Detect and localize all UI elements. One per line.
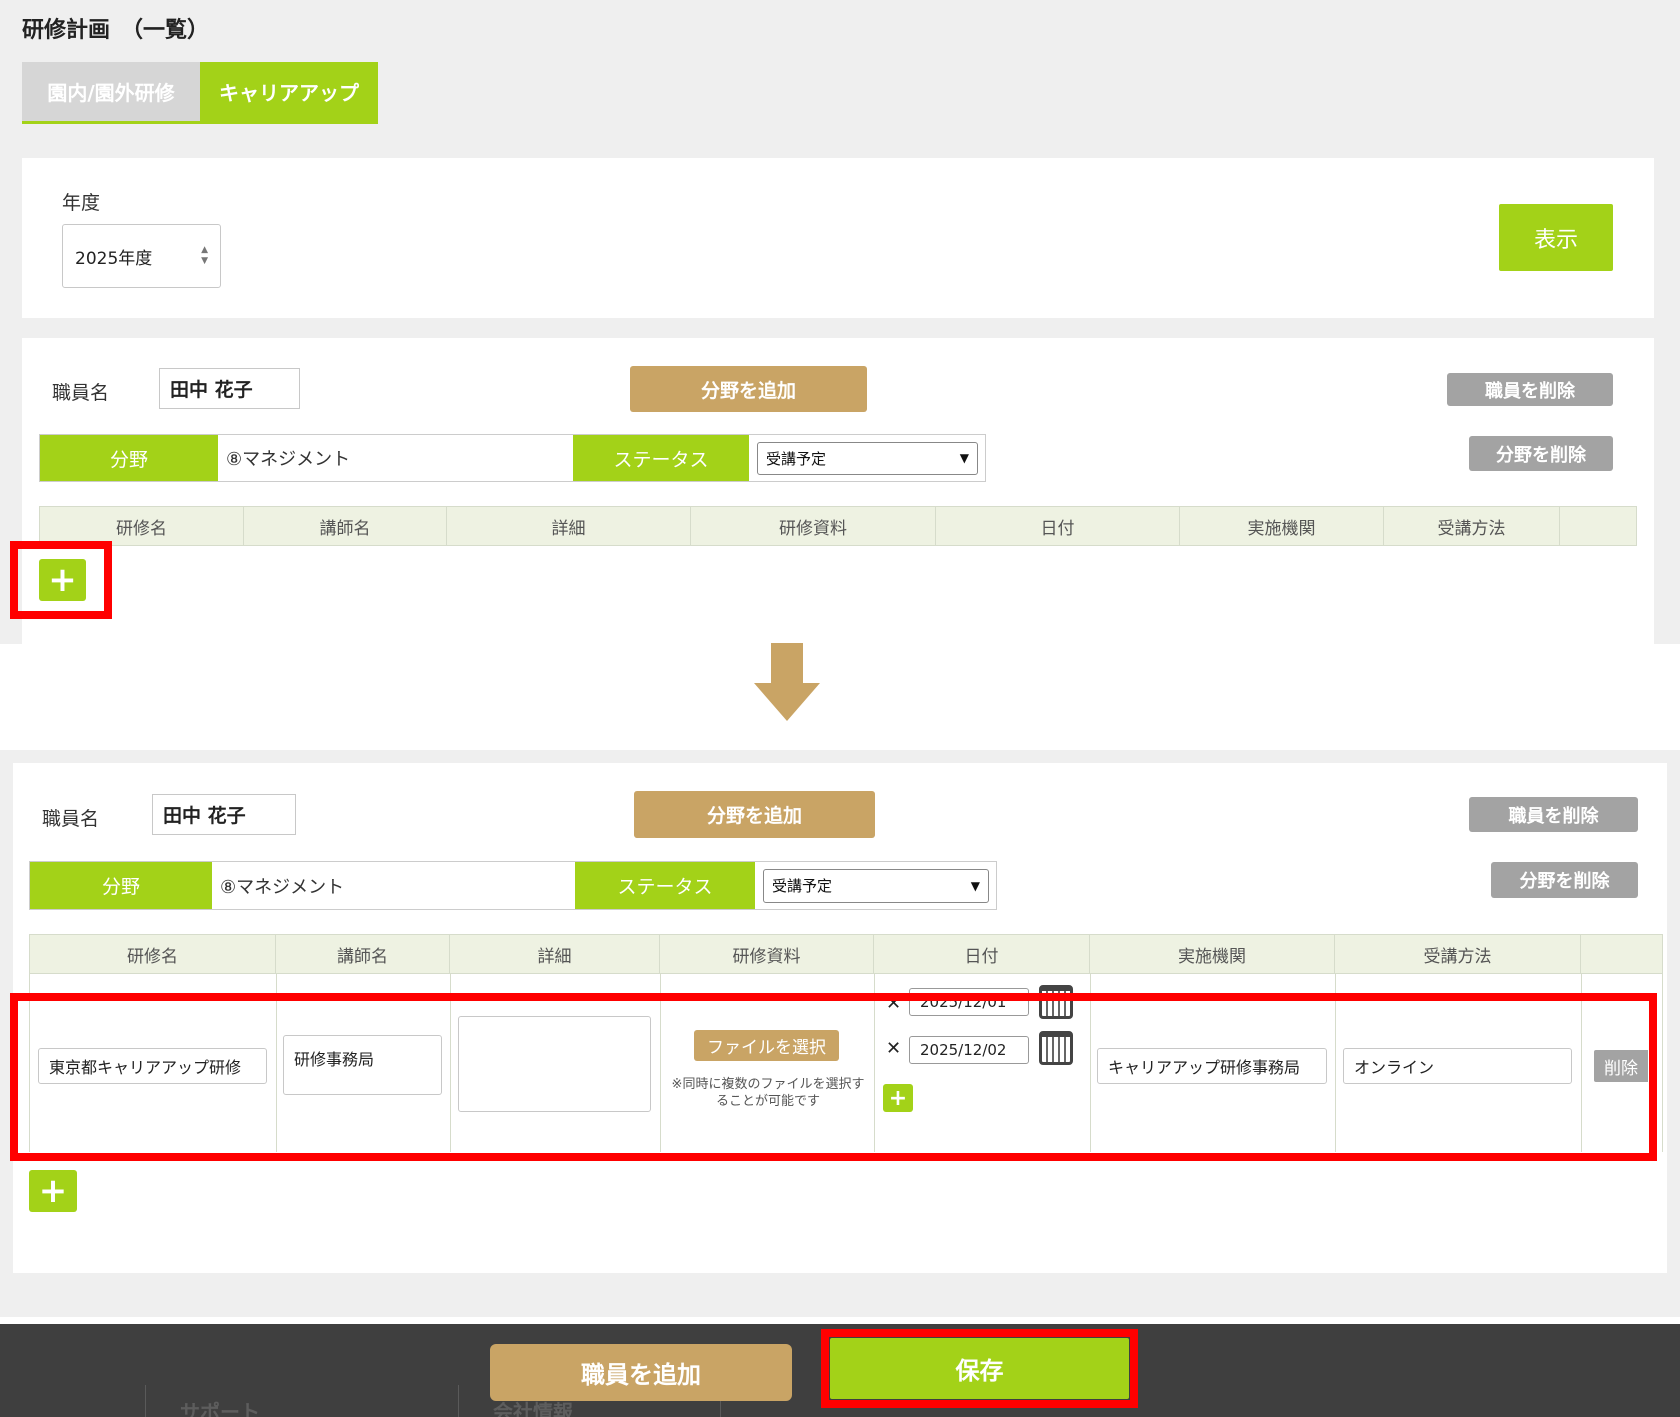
add-row-button[interactable]: + [29, 1170, 77, 1212]
header-actions [1560, 507, 1636, 545]
add-field-button[interactable]: 分野を追加 [634, 791, 875, 838]
save-button[interactable]: 保存 [830, 1338, 1129, 1399]
year-select-value: 2025年度 [75, 248, 153, 269]
staff-name-field[interactable]: 田中 花子 [159, 368, 300, 409]
field-label: 分野 [40, 435, 218, 481]
status-select[interactable]: 受講予定 ▼ [763, 868, 989, 903]
training-table-header: 研修名 講師名 詳細 研修資料 日付 実施機関 受講方法 [29, 934, 1663, 974]
footer-divider [145, 1385, 146, 1417]
status-select[interactable]: 受講予定 ▼ [757, 441, 978, 475]
display-button[interactable]: 表示 [1499, 204, 1613, 271]
staff-name-value: 田中 花子 [170, 379, 253, 401]
staff-name-label: 職員名 [42, 808, 100, 830]
field-label: 分野 [30, 862, 212, 909]
highlight-new-row [10, 993, 1657, 1161]
page-title: 研修計画 （一覧） [22, 18, 210, 43]
footer-divider [458, 1385, 459, 1417]
tab-bar: 園内/園外研修 キャリアアップ [22, 62, 378, 124]
header-detail: 詳細 [447, 507, 691, 545]
filter-panel [22, 158, 1654, 318]
header-materials: 研修資料 [691, 507, 936, 545]
field-value: ⑧マネジメント [226, 449, 351, 470]
sort-arrows-icon: ▲ ▼ [201, 245, 208, 266]
status-cell: 受講予定 ▼ [755, 862, 996, 909]
status-label: ステータス [575, 862, 755, 909]
field-row: 分野 ⑧マネジメント ステータス 受講予定 ▼ [29, 861, 997, 910]
year-label: 年度 [62, 192, 101, 214]
delete-staff-button[interactable]: 職員を削除 [1469, 797, 1638, 832]
add-staff-button[interactable]: 職員を追加 [490, 1344, 792, 1401]
header-detail: 詳細 [450, 935, 660, 973]
delete-field-button[interactable]: 分野を削除 [1469, 436, 1613, 471]
status-label: ステータス [573, 435, 749, 481]
header-institution: 実施機関 [1180, 507, 1384, 545]
year-select[interactable]: 2025年度 ▲ ▼ [62, 224, 221, 288]
field-value: ⑧マネジメント [220, 876, 345, 898]
header-instructor: 講師名 [276, 935, 450, 973]
delete-staff-button[interactable]: 職員を削除 [1447, 373, 1613, 406]
header-actions [1581, 935, 1662, 973]
status-select-value: 受講予定 [766, 449, 827, 468]
tab-internal-training[interactable]: 園内/園外研修 [22, 62, 200, 121]
header-training-name: 研修名 [40, 507, 244, 545]
footer-link-support[interactable]: サポート [180, 1396, 260, 1417]
delete-field-button[interactable]: 分野を削除 [1491, 862, 1638, 898]
header-training-name: 研修名 [30, 935, 276, 973]
field-row: 分野 ⑧マネジメント ステータス 受講予定 ▼ [39, 434, 986, 482]
tab-career-up[interactable]: キャリアアップ [200, 62, 378, 121]
add-field-button[interactable]: 分野を追加 [630, 366, 867, 412]
header-method: 受講方法 [1335, 935, 1581, 973]
header-method: 受講方法 [1384, 507, 1560, 545]
chevron-down-icon: ▼ [970, 878, 980, 893]
header-instructor: 講師名 [244, 507, 447, 545]
staff-name-value: 田中 花子 [163, 805, 246, 827]
training-table-header: 研修名 講師名 詳細 研修資料 日付 実施機関 受講方法 [39, 506, 1637, 546]
down-arrow-icon [754, 643, 820, 721]
chevron-down-icon: ▼ [959, 451, 969, 465]
staff-name-label: 職員名 [52, 382, 110, 404]
header-materials: 研修資料 [660, 935, 874, 973]
staff-name-field[interactable]: 田中 花子 [152, 794, 296, 835]
status-cell: 受講予定 ▼ [749, 435, 985, 481]
header-date: 日付 [874, 935, 1090, 973]
add-row-button[interactable]: + [39, 559, 86, 601]
header-date: 日付 [936, 507, 1180, 545]
header-institution: 実施機関 [1090, 935, 1335, 973]
status-select-value: 受講予定 [772, 877, 833, 895]
